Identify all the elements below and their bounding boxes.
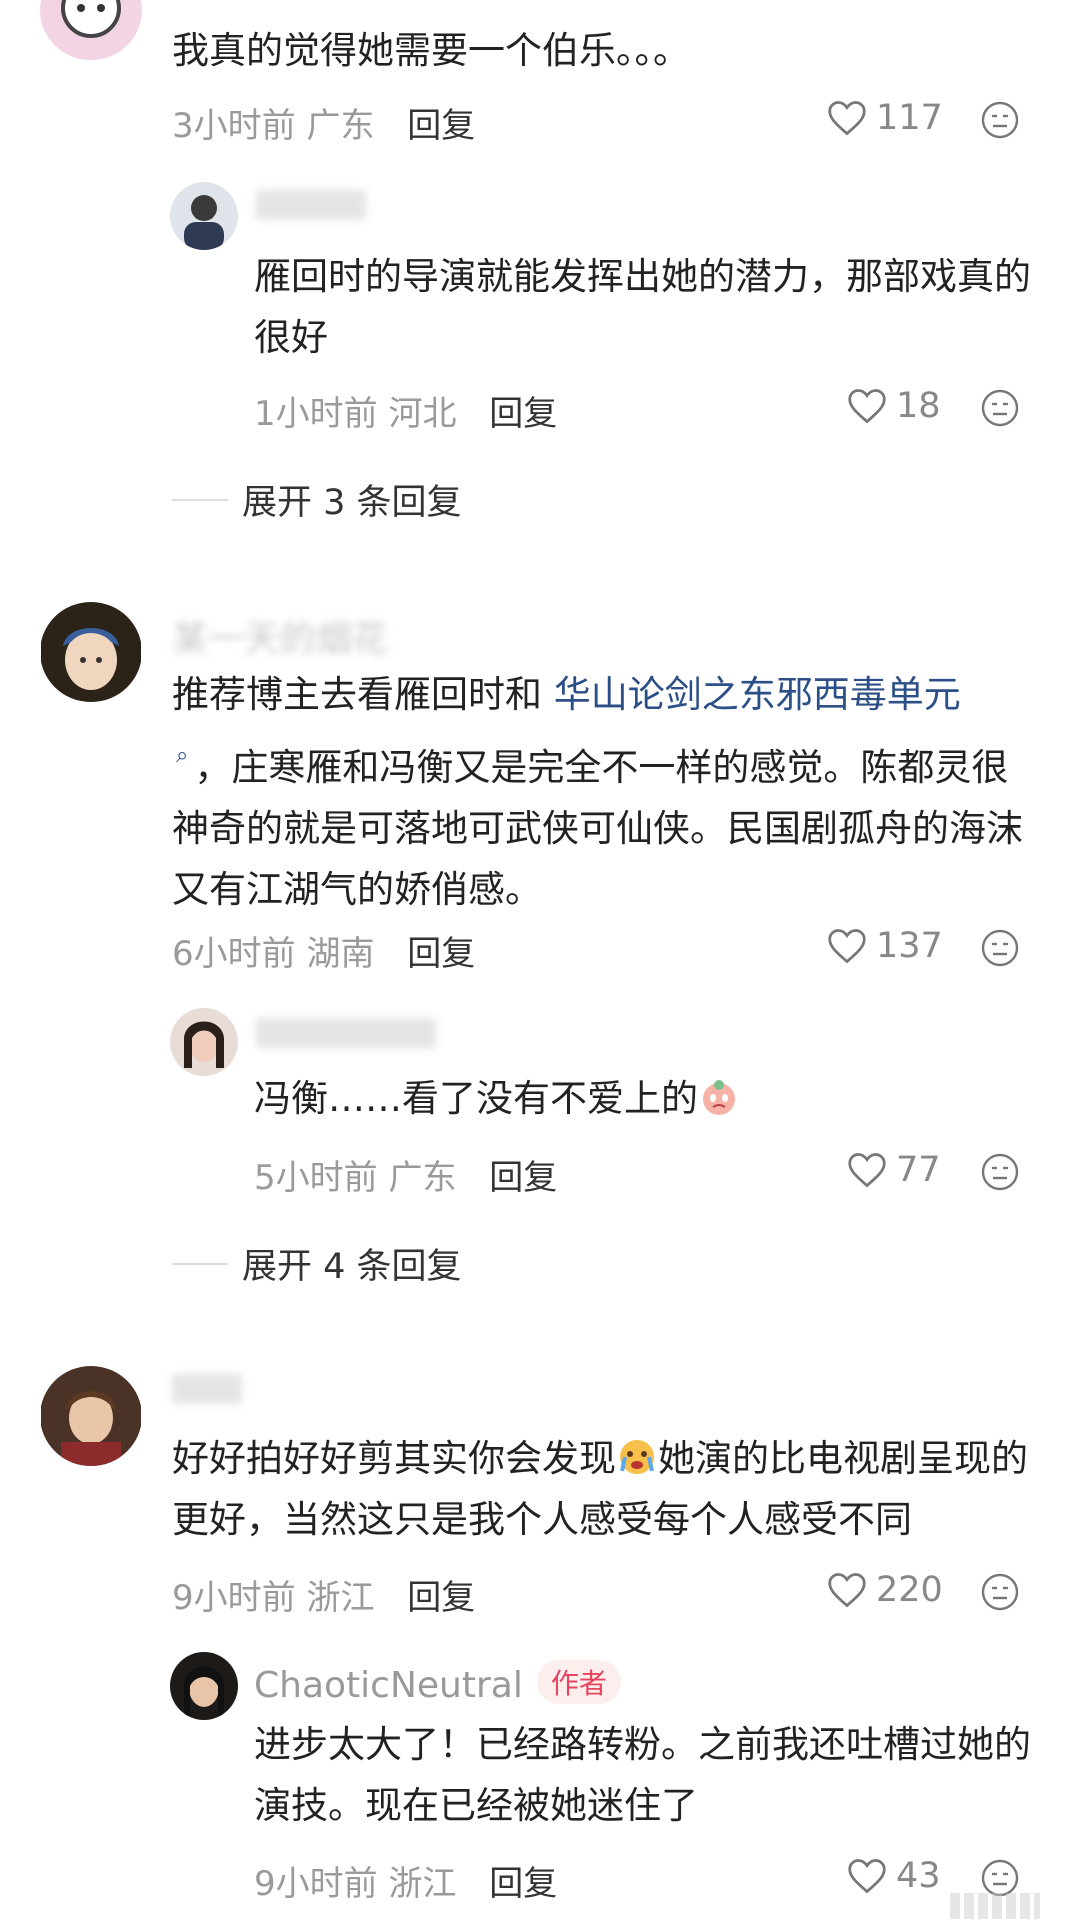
comment-text-part: 好好拍好好剪其实你会发现: [172, 1437, 616, 1480]
reply-author-name[interactable]: [256, 190, 366, 220]
comment-time: 9小时前: [172, 1578, 296, 1618]
like-count: 43: [896, 1856, 941, 1896]
comment-text-part: ，庄寒雁和冯衡又是完全不一样的感觉。陈都灵很神奇的就是可落地可武侠可仙侠。民国剧…: [172, 746, 1023, 911]
like-button[interactable]: 220: [826, 1570, 943, 1610]
topic-link[interactable]: 华山论剑之东邪西毒单元: [554, 673, 961, 716]
avatar[interactable]: [40, 1366, 142, 1466]
like-count: 220: [876, 1570, 943, 1610]
search-mark-icon[interactable]: ⌕: [172, 743, 194, 768]
reply-button[interactable]: 回复: [489, 394, 557, 434]
author-name[interactable]: [172, 1374, 242, 1404]
dislike-face-icon[interactable]: [980, 100, 1020, 140]
comment-text: 推荐博主去看雁回时和 华山论剑之东邪西毒单元 ⌕ ，庄寒雁和冯衡又是完全不一样的感觉…: [172, 664, 1032, 920]
reply-text: 冯衡……看了没有不爱上的: [254, 1068, 1044, 1129]
divider: [172, 1262, 228, 1265]
like-count: 137: [876, 926, 943, 966]
like-button[interactable]: 77: [846, 1150, 941, 1190]
dislike-face-icon[interactable]: [980, 1572, 1020, 1612]
dislike-face-icon[interactable]: [980, 1858, 1020, 1898]
like-button[interactable]: 43: [846, 1856, 941, 1896]
reply-region: 河北: [388, 394, 457, 434]
heart-icon: [848, 389, 886, 424]
reply-meta: 9小时前 浙江 回复: [254, 1856, 557, 1905]
watermark: [950, 1893, 1040, 1919]
divider: [172, 498, 228, 501]
reply-button[interactable]: 回复: [489, 1864, 557, 1904]
reply-region: 浙江: [388, 1864, 457, 1904]
reply-text: 进步太大了！已经路转粉。之前我还吐槽过她的演技。现在已经被她迷住了: [254, 1723, 1031, 1827]
reply-meta: 1小时前 河北 回复: [254, 386, 557, 435]
comment-region: 广东: [306, 106, 375, 146]
crying-emoji-icon: [698, 1074, 740, 1116]
avatar[interactable]: [40, 602, 142, 702]
expand-replies-button[interactable]: 展开 4 条回复: [172, 1238, 462, 1289]
reply-time: 5小时前: [254, 1158, 378, 1198]
comment-region: 浙江: [306, 1578, 375, 1618]
like-button[interactable]: 137: [826, 926, 943, 966]
like-button[interactable]: 117: [826, 98, 943, 138]
heart-icon: [828, 101, 866, 136]
avatar[interactable]: [40, 0, 142, 60]
comment-time: 3小时前: [172, 106, 296, 146]
comment-time: 6小时前: [172, 934, 296, 974]
dislike-face-icon[interactable]: [980, 1152, 1020, 1192]
heart-icon: [848, 1153, 886, 1188]
reply-text-part: 冯衡……看了没有不爱上的: [254, 1077, 698, 1120]
expand-replies-button[interactable]: 展开 3 条回复: [172, 474, 462, 525]
like-count: 117: [876, 98, 943, 138]
like-count: 77: [896, 1150, 941, 1190]
reply-author-label: ChaoticNeutral: [254, 1665, 523, 1706]
heart-icon: [848, 1859, 886, 1894]
expand-label: 展开 4 条回复: [242, 1247, 462, 1287]
reply-author-name[interactable]: [256, 1018, 436, 1048]
author-badge: 作者: [536, 1660, 621, 1704]
like-button[interactable]: 18: [846, 386, 941, 426]
reply-time: 9小时前: [254, 1864, 378, 1904]
heart-icon: [828, 1573, 866, 1608]
comment-text: 好好拍好好剪其实你会发现 她演的比电视剧呈现的更好，当然这只是我个人感受每个人感受…: [172, 1428, 1032, 1550]
reply-time: 1小时前: [254, 394, 378, 434]
reply-button[interactable]: 回复: [489, 1158, 557, 1198]
comment-region: 湖南: [306, 934, 375, 974]
reply-button[interactable]: 回复: [407, 106, 475, 146]
comment-text-part: 推荐博主去看雁回时和: [172, 673, 554, 716]
avatar[interactable]: [170, 182, 238, 250]
comment-meta: 3小时前 广东 回复: [172, 98, 475, 147]
comment-meta: 6小时前 湖南 回复: [172, 926, 475, 975]
avatar[interactable]: [170, 1008, 238, 1076]
reply-meta: 5小时前 广东 回复: [254, 1150, 557, 1199]
reply-region: 广东: [388, 1158, 457, 1198]
expand-label: 展开 3 条回复: [242, 483, 462, 523]
like-count: 18: [896, 386, 941, 426]
author-name[interactable]: 某一天的烟花: [172, 610, 388, 662]
heart-icon: [828, 929, 866, 964]
comment-meta: 9小时前 浙江 回复: [172, 1570, 475, 1619]
dislike-face-icon[interactable]: [980, 388, 1020, 428]
comment-text: 我真的觉得她需要一个伯乐。。。: [172, 29, 690, 72]
avatar[interactable]: [170, 1652, 238, 1720]
reply-text: 雁回时的导演就能发挥出她的潜力，那部戏真的很好: [254, 255, 1031, 359]
reply-button[interactable]: 回复: [407, 1578, 475, 1618]
reply-button[interactable]: 回复: [407, 934, 475, 974]
reply-author-name[interactable]: ChaoticNeutral 作者: [254, 1660, 621, 1706]
crying-emoji-icon: [616, 1434, 658, 1476]
dislike-face-icon[interactable]: [980, 928, 1020, 968]
